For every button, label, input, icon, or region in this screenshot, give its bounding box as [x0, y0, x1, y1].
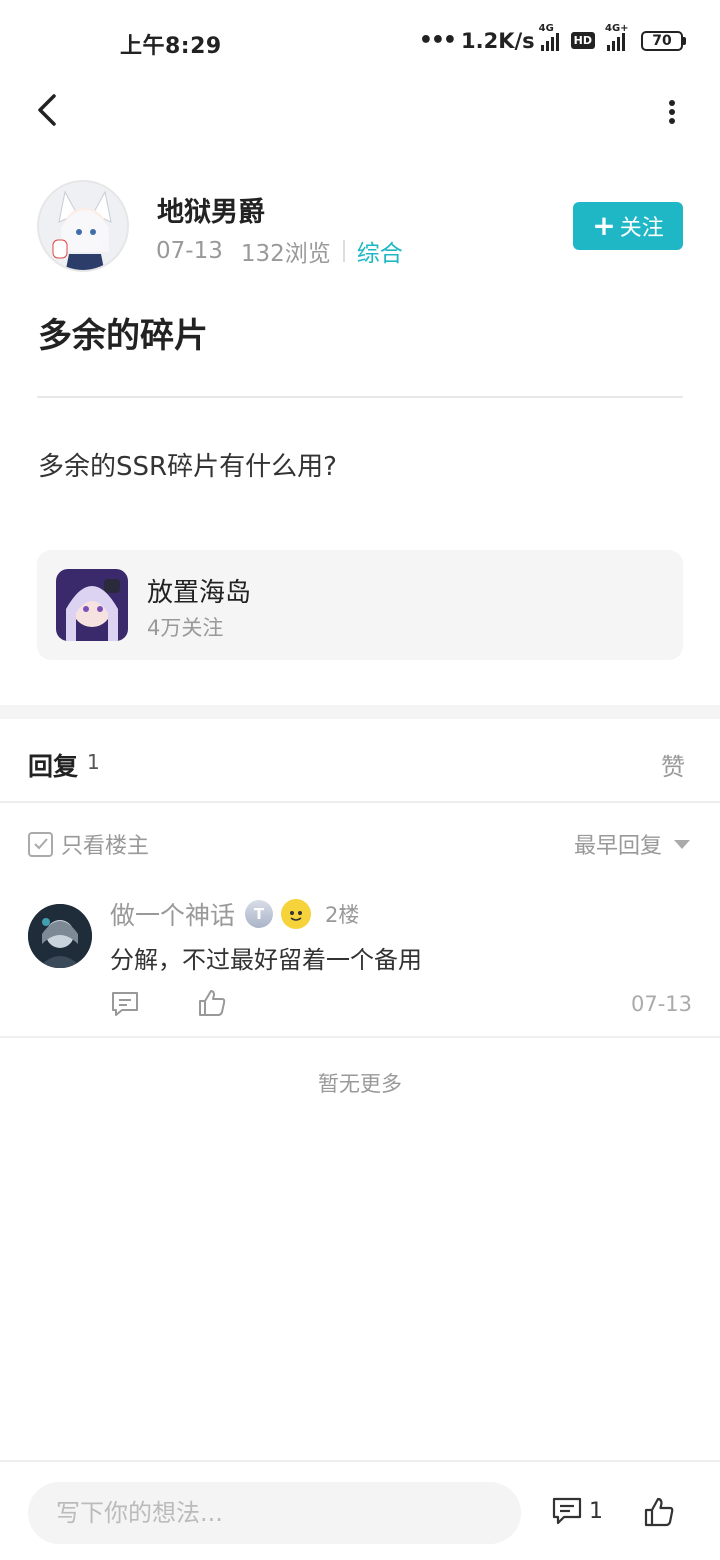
post-title: 多余的碎片 [38, 316, 208, 356]
meta-divider [342, 240, 345, 262]
thumbs-up-icon [199, 990, 226, 1016]
replies-header: 回复 1 赞 [0, 719, 720, 803]
no-more-text: 暂无更多 [318, 1072, 402, 1096]
commenter-name[interactable]: 做一个神话 [110, 896, 235, 932]
game-followers: 4万关注 [147, 616, 224, 640]
avatar-image [39, 182, 127, 270]
filter-row: 只看楼主 最早回复 [0, 820, 720, 864]
only-op-label: 只看楼主 [61, 834, 150, 859]
divider [37, 396, 683, 398]
reply-count: 1 [87, 750, 100, 774]
post-body: 多余的SSR碎片有什么用? [38, 452, 337, 482]
sort-label: 最早回复 [573, 834, 662, 859]
follow-label: 关注 [619, 216, 664, 241]
floor-number: 2楼 [325, 903, 360, 927]
author-name[interactable]: 地狱男爵 [157, 190, 265, 229]
post-date: 07-13 [156, 238, 223, 264]
tab-replies[interactable]: 回复 [28, 747, 78, 783]
checkbox-icon [28, 831, 53, 857]
author-avatar[interactable] [37, 180, 129, 272]
signal-icon: 4G [539, 23, 559, 51]
hd-icon: HD [570, 32, 595, 49]
plus-icon: + [592, 209, 616, 242]
chevron-left-icon [38, 94, 56, 126]
section-separator [0, 705, 720, 719]
more-options-button[interactable] [660, 96, 684, 128]
comment-count: 1 [589, 1498, 603, 1524]
post-meta: 07-13 132浏览 综合 [156, 234, 403, 268]
follow-button[interactable]: + 关注 [573, 202, 683, 250]
emoji-badge-icon [281, 899, 312, 929]
commenter-info: 做一个神话 T 2楼 [110, 896, 359, 932]
sort-dropdown[interactable]: 最早回复 [574, 828, 690, 860]
back-button[interactable] [26, 90, 66, 130]
status-bar: 上午8:29 ••• 1.2K/s 4G HD 4G+ 70 [0, 0, 720, 88]
comment-item: 做一个神话 T 2楼 分解，不过最好留着一个备用 07-13 [0, 880, 720, 1038]
post-like-button[interactable] [643, 1496, 675, 1528]
caret-down-icon [674, 839, 690, 849]
comment-icon [552, 1497, 582, 1525]
battery-icon: 70 [641, 30, 686, 51]
status-indicators: ••• 1.2K/s 4G HD 4G+ 70 [418, 23, 686, 53]
comment-text: 分解，不过最好留着一个备用 [110, 946, 422, 974]
thumbs-up-icon [644, 1497, 674, 1527]
comment-date: 07-13 [630, 992, 692, 1016]
reply-button[interactable] [110, 990, 140, 1018]
level-badge-icon: T [245, 900, 274, 928]
game-card[interactable]: 放置海岛 4万关注 [37, 550, 683, 660]
comment-icon [112, 992, 138, 1016]
like-button[interactable] [197, 988, 227, 1018]
only-op-toggle[interactable]: 只看楼主 [28, 828, 149, 860]
signal-icon-2: 4G+ [605, 23, 629, 51]
battery-level: 70 [641, 30, 683, 51]
status-time: 上午8:29 [120, 34, 222, 59]
comments-button[interactable]: 1 [551, 1496, 603, 1526]
commenter-avatar[interactable] [28, 904, 92, 968]
tab-likes[interactable]: 赞 [661, 747, 685, 782]
bottom-bar: 1 [0, 1460, 720, 1560]
game-icon [56, 569, 128, 641]
comment-input[interactable] [28, 1482, 521, 1544]
game-name: 放置海岛 [147, 578, 252, 608]
more-notifications-icon: ••• [418, 28, 457, 53]
network-speed: 1.2K/s [461, 28, 535, 53]
post-category[interactable]: 综合 [357, 234, 403, 268]
post-views: 132浏览 [240, 241, 331, 267]
